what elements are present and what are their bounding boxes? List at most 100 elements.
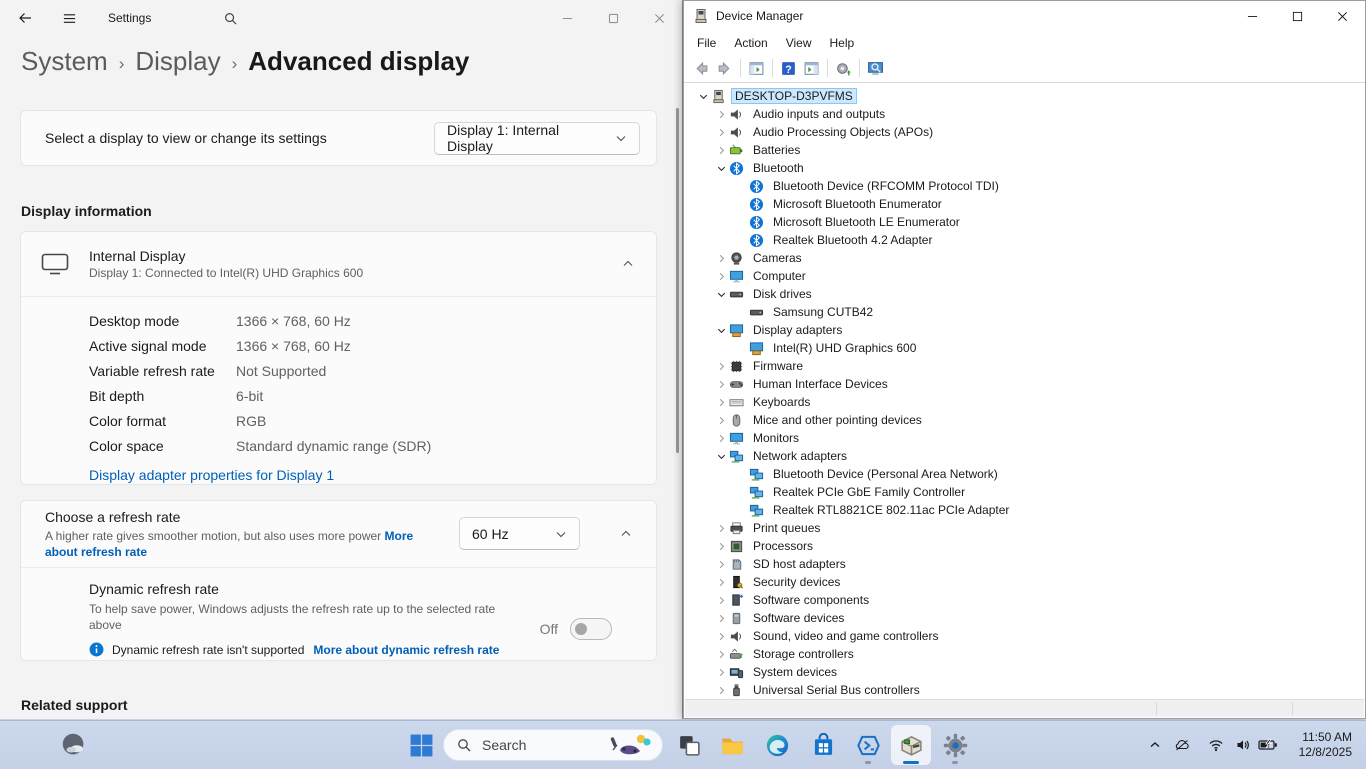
refresh-rate-dropdown[interactable]: 60 Hz bbox=[459, 517, 580, 550]
tree-item[interactable]: SD host adapters bbox=[691, 555, 1364, 573]
tree-item[interactable]: Mice and other pointing devices bbox=[691, 411, 1364, 429]
display-select-dropdown[interactable]: Display 1: Internal Display bbox=[434, 122, 640, 155]
display-adapter-properties-link[interactable]: Display adapter properties for Display 1 bbox=[89, 467, 334, 483]
task-view-taskbar-button[interactable] bbox=[669, 725, 709, 765]
tree-item[interactable]: Display adapters bbox=[691, 321, 1364, 339]
maximize-button[interactable] bbox=[1275, 1, 1320, 31]
tray-battery-button[interactable] bbox=[1253, 729, 1283, 761]
chevron-collapsed-icon[interactable] bbox=[713, 270, 729, 282]
tree-item[interactable]: Microsoft Bluetooth LE Enumerator bbox=[691, 213, 1364, 231]
tree-item[interactable]: Audio Processing Objects (APOs) bbox=[691, 123, 1364, 141]
menu-file[interactable]: File bbox=[688, 33, 725, 53]
toolbar-back-button[interactable] bbox=[690, 57, 713, 80]
chevron-expanded-icon[interactable] bbox=[713, 324, 729, 336]
store-taskbar-button[interactable] bbox=[803, 725, 843, 765]
tree-item[interactable]: DESKTOP-D3PVFMS bbox=[691, 87, 1364, 105]
edge-taskbar-button[interactable] bbox=[757, 725, 797, 765]
tray-cloud-off-button[interactable] bbox=[1168, 729, 1196, 761]
toolbar-help-button[interactable]: ? bbox=[777, 57, 800, 80]
breadcrumb-system[interactable]: System bbox=[21, 46, 108, 77]
dynamic-refresh-toggle[interactable] bbox=[570, 618, 612, 640]
close-button[interactable] bbox=[636, 0, 682, 36]
settings-taskbar-button[interactable] bbox=[935, 725, 975, 765]
chevron-collapsed-icon[interactable] bbox=[713, 360, 729, 372]
chevron-collapsed-icon[interactable] bbox=[713, 414, 729, 426]
tree-item[interactable]: Human Interface Devices bbox=[691, 375, 1364, 393]
chevron-collapsed-icon[interactable] bbox=[713, 612, 729, 624]
tree-item[interactable]: Microsoft Bluetooth Enumerator bbox=[691, 195, 1364, 213]
search-button[interactable] bbox=[215, 5, 245, 31]
chevron-collapsed-icon[interactable] bbox=[713, 648, 729, 660]
tree-item[interactable]: System devices bbox=[691, 663, 1364, 681]
tree-item[interactable]: Sound, video and game controllers bbox=[691, 627, 1364, 645]
toolbar-action-pane-button[interactable] bbox=[800, 57, 823, 80]
chevron-expanded-icon[interactable] bbox=[695, 90, 711, 102]
chevron-collapsed-icon[interactable] bbox=[713, 432, 729, 444]
tray-wifi-button[interactable] bbox=[1204, 729, 1228, 761]
tree-item[interactable]: Universal Serial Bus controllers bbox=[691, 681, 1364, 699]
tree-item[interactable]: Security devices bbox=[691, 573, 1364, 591]
chevron-collapsed-icon[interactable] bbox=[713, 558, 729, 570]
device-manager-taskbar-button[interactable] bbox=[891, 725, 931, 765]
tree-item[interactable]: Batteries bbox=[691, 141, 1364, 159]
tree-item[interactable]: Monitors bbox=[691, 429, 1364, 447]
minimize-button[interactable] bbox=[1230, 1, 1275, 31]
taskbar-search-box[interactable]: Search bbox=[443, 729, 663, 761]
close-button[interactable] bbox=[1320, 1, 1365, 31]
tree-item[interactable]: Realtek RTL8821CE 802.11ac PCIe Adapter bbox=[691, 501, 1364, 519]
widgets-weather-button[interactable] bbox=[54, 725, 94, 765]
tree-item[interactable]: Network adapters bbox=[691, 447, 1364, 465]
tree-item[interactable]: Realtek Bluetooth 4.2 Adapter bbox=[691, 231, 1364, 249]
tree-item[interactable]: Disk drives bbox=[691, 285, 1364, 303]
toolbar-scan-button[interactable] bbox=[832, 57, 855, 80]
tree-item[interactable]: Realtek PCIe GbE Family Controller bbox=[691, 483, 1364, 501]
chevron-collapsed-icon[interactable] bbox=[713, 126, 729, 138]
tree-item[interactable]: Bluetooth Device (RFCOMM Protocol TDI) bbox=[691, 177, 1364, 195]
toolbar-forward-button[interactable] bbox=[713, 57, 736, 80]
chevron-collapsed-icon[interactable] bbox=[713, 594, 729, 606]
tree-item[interactable]: Storage controllers bbox=[691, 645, 1364, 663]
chevron-expanded-icon[interactable] bbox=[713, 162, 729, 174]
menu-action[interactable]: Action bbox=[725, 33, 776, 53]
chevron-collapsed-icon[interactable] bbox=[713, 396, 729, 408]
tree-item[interactable]: Print queues bbox=[691, 519, 1364, 537]
start-button[interactable] bbox=[401, 725, 441, 765]
tree-item[interactable]: Processors bbox=[691, 537, 1364, 555]
chevron-up-icon[interactable] bbox=[622, 258, 634, 270]
tree-item[interactable]: Bluetooth bbox=[691, 159, 1364, 177]
minimize-button[interactable] bbox=[544, 0, 590, 36]
chevron-collapsed-icon[interactable] bbox=[713, 378, 729, 390]
chevron-collapsed-icon[interactable] bbox=[713, 144, 729, 156]
back-button[interactable] bbox=[10, 5, 40, 31]
tree-item[interactable]: Software devices bbox=[691, 609, 1364, 627]
powershell-taskbar-button[interactable] bbox=[848, 725, 888, 765]
chevron-collapsed-icon[interactable] bbox=[713, 522, 729, 534]
tree-item[interactable]: Cameras bbox=[691, 249, 1364, 267]
chevron-up-icon[interactable] bbox=[620, 528, 632, 540]
chevron-collapsed-icon[interactable] bbox=[713, 666, 729, 678]
settings-scrollbar[interactable] bbox=[676, 108, 679, 453]
tray-chevron-up-button[interactable] bbox=[1143, 729, 1167, 761]
chevron-collapsed-icon[interactable] bbox=[713, 252, 729, 264]
chevron-collapsed-icon[interactable] bbox=[713, 540, 729, 552]
more-about-dynamic-refresh-link[interactable]: More about dynamic refresh rate bbox=[313, 643, 499, 657]
toolbar-console-tree-button[interactable] bbox=[745, 57, 768, 80]
chevron-collapsed-icon[interactable] bbox=[713, 108, 729, 120]
chevron-collapsed-icon[interactable] bbox=[713, 630, 729, 642]
tree-item[interactable]: Bluetooth Device (Personal Area Network) bbox=[691, 465, 1364, 483]
chevron-collapsed-icon[interactable] bbox=[713, 576, 729, 588]
tree-item[interactable]: Computer bbox=[691, 267, 1364, 285]
internal-display-header[interactable]: Internal Display Display 1: Connected to… bbox=[21, 232, 656, 296]
navigation-menu-button[interactable] bbox=[54, 5, 84, 31]
tree-item[interactable]: Keyboards bbox=[691, 393, 1364, 411]
tree-item[interactable]: Firmware bbox=[691, 357, 1364, 375]
tree-item[interactable]: Intel(R) UHD Graphics 600 bbox=[691, 339, 1364, 357]
chevron-collapsed-icon[interactable] bbox=[713, 684, 729, 696]
chevron-expanded-icon[interactable] bbox=[713, 288, 729, 300]
file-explorer-taskbar-button[interactable] bbox=[712, 725, 752, 765]
tree-item[interactable]: Samsung CUTB42 bbox=[691, 303, 1364, 321]
toolbar-remote-button[interactable] bbox=[864, 57, 887, 80]
menu-view[interactable]: View bbox=[777, 33, 821, 53]
menu-help[interactable]: Help bbox=[821, 33, 864, 53]
taskbar-clock[interactable]: 11:50 AM 12/8/2025 bbox=[1282, 730, 1352, 760]
